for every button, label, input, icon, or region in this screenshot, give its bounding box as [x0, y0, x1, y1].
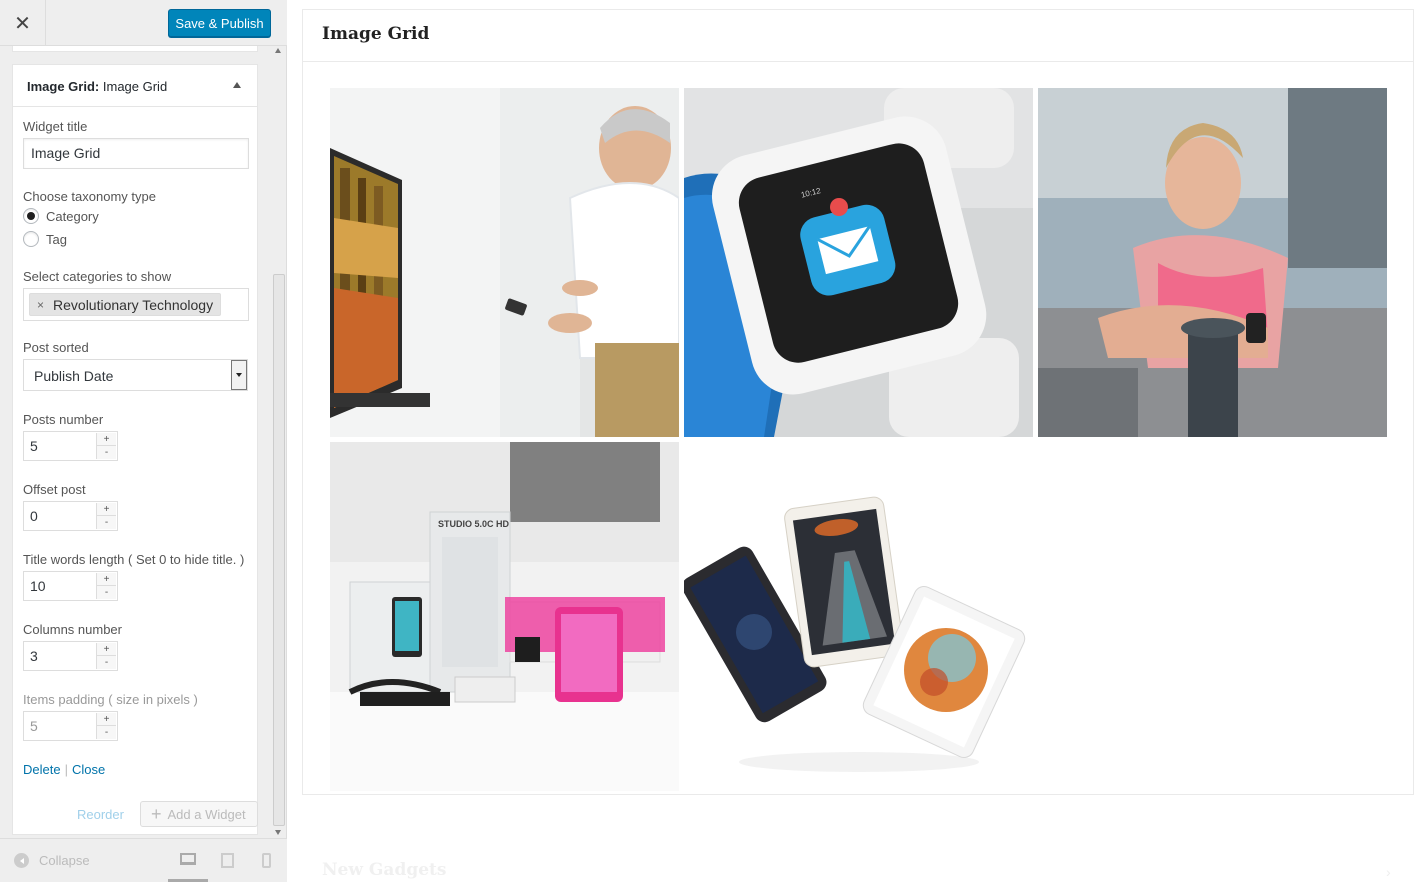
grid-image-woman-stretching[interactable]: [1038, 88, 1387, 437]
categories-label: Select categories to show: [23, 269, 172, 284]
grid-image-smartwatch-mail[interactable]: 10:12: [684, 88, 1033, 437]
previous-widget: [12, 46, 258, 52]
decrement-button[interactable]: -: [97, 586, 116, 599]
radio-category-button[interactable]: [23, 208, 39, 224]
tablet-icon[interactable]: [221, 853, 234, 868]
site-preview: Image Grid 10:12 STUDIO 5.0C HD New Gadg…: [288, 0, 1427, 882]
widget-name: Image Grid: [102, 79, 168, 94]
collapse-arrow-icon: [14, 853, 29, 868]
decrement-button[interactable]: -: [97, 656, 116, 669]
columns-number-label: Columns number: [23, 622, 122, 637]
widget-scroll-area: Image Grid: Image Grid Widget title Imag…: [0, 46, 287, 838]
reorder-link[interactable]: Reorder: [77, 807, 124, 822]
categories-multiselect[interactable]: × Revolutionary Technology: [23, 288, 249, 321]
title-divider: [303, 61, 1413, 62]
next-widget-title: New Gadgets: [322, 860, 447, 880]
sidebar-footer: Collapse: [0, 838, 287, 882]
category-chip-label: Revolutionary Technology: [53, 296, 214, 313]
post-sorted-label: Post sorted: [23, 340, 89, 355]
post-sorted-select[interactable]: Publish Date: [23, 359, 248, 391]
close-link[interactable]: Close: [72, 762, 105, 777]
widget-actions: Delete | Close: [23, 762, 105, 777]
scroll-down-arrow-icon[interactable]: [275, 830, 281, 835]
collapse-arrow-icon[interactable]: [233, 82, 241, 88]
image-grid-widget-panel: Image Grid: Image Grid Widget title Imag…: [12, 64, 258, 835]
scrollbar-thumb[interactable]: [273, 274, 285, 826]
title-words-value: 10: [30, 578, 46, 594]
title-words-label: Title words length ( Set 0 to hide title…: [23, 552, 245, 567]
increment-button[interactable]: +: [97, 433, 116, 446]
save-publish-button[interactable]: Save & Publish: [168, 9, 271, 37]
add-widget-label: Add a Widget: [167, 806, 246, 822]
widget-title: Image Grid: [322, 24, 430, 44]
increment-button[interactable]: +: [97, 573, 116, 586]
posts-number-label: Posts number: [23, 412, 104, 427]
radio-tag-label: Tag: [46, 231, 67, 247]
sidebar-scrollbar[interactable]: [271, 46, 287, 838]
plus-icon: +: [151, 803, 162, 824]
grid-image-ipads-floating[interactable]: [684, 442, 1033, 791]
radio-tag[interactable]: Tag: [23, 231, 67, 247]
increment-button[interactable]: +: [97, 643, 116, 656]
offset-post-value: 0: [30, 508, 38, 524]
add-widget-button[interactable]: + Add a Widget: [140, 801, 258, 827]
mobile-icon[interactable]: [262, 853, 271, 868]
category-chip: × Revolutionary Technology: [29, 293, 222, 316]
widget-title-label: Widget title: [23, 119, 88, 134]
items-padding-input[interactable]: 5 + -: [23, 711, 118, 741]
columns-number-input[interactable]: 3 + -: [23, 641, 118, 671]
offset-post-stepper: + -: [96, 503, 116, 529]
sidebar-header: ✕ Save & Publish: [0, 0, 287, 46]
grid-image-man-with-curved-tv[interactable]: [330, 88, 679, 437]
grid-image-blu-phone-box[interactable]: STUDIO 5.0C HD: [330, 442, 679, 791]
actions-separator: |: [64, 762, 68, 777]
posts-number-value: 5: [30, 438, 38, 454]
offset-post-label: Offset post: [23, 482, 86, 497]
widget-type-label: Image Grid:: [27, 79, 100, 94]
decrement-button[interactable]: -: [97, 446, 116, 459]
columns-number-stepper: + -: [96, 643, 116, 669]
chevron-right-icon[interactable]: ›: [1386, 864, 1391, 880]
customizer-sidebar: ✕ Save & Publish Image Grid: Image Grid …: [0, 0, 287, 882]
offset-post-input[interactable]: 0 + -: [23, 501, 118, 531]
items-padding-label: Items padding ( size in pixels ): [23, 692, 198, 707]
post-sorted-value: Publish Date: [34, 368, 114, 384]
svg-text:STUDIO 5.0C HD: STUDIO 5.0C HD: [438, 519, 510, 529]
close-icon[interactable]: ✕: [0, 0, 46, 46]
image-grid-widget: Image Grid 10:12 STUDIO 5.0C HD: [302, 9, 1414, 795]
columns-number-value: 3: [30, 648, 38, 664]
radio-tag-button[interactable]: [23, 231, 39, 247]
items-padding-stepper: + -: [96, 713, 116, 739]
title-words-input[interactable]: 10 + -: [23, 571, 118, 601]
desktop-icon[interactable]: [180, 853, 196, 865]
widget-header[interactable]: Image Grid: Image Grid: [13, 65, 257, 107]
scroll-up-arrow-icon[interactable]: [275, 48, 281, 53]
increment-button[interactable]: +: [97, 713, 116, 726]
remove-tag-icon[interactable]: ×: [37, 298, 44, 312]
widget-title-input[interactable]: Image Grid: [23, 138, 249, 169]
decrement-button[interactable]: -: [97, 516, 116, 529]
items-padding-value: 5: [30, 718, 38, 734]
radio-category[interactable]: Category: [23, 208, 99, 224]
title-words-stepper: + -: [96, 573, 116, 599]
posts-number-input[interactable]: 5 + -: [23, 431, 118, 461]
dropdown-arrow-icon[interactable]: [231, 360, 247, 390]
collapse-label: Collapse: [39, 853, 90, 868]
delete-link[interactable]: Delete: [23, 762, 61, 777]
collapse-button[interactable]: Collapse: [14, 853, 90, 868]
decrement-button[interactable]: -: [97, 726, 116, 739]
increment-button[interactable]: +: [97, 503, 116, 516]
taxonomy-type-label: Choose taxonomy type: [23, 189, 156, 204]
radio-category-label: Category: [46, 208, 99, 224]
posts-number-stepper: + -: [96, 433, 116, 459]
